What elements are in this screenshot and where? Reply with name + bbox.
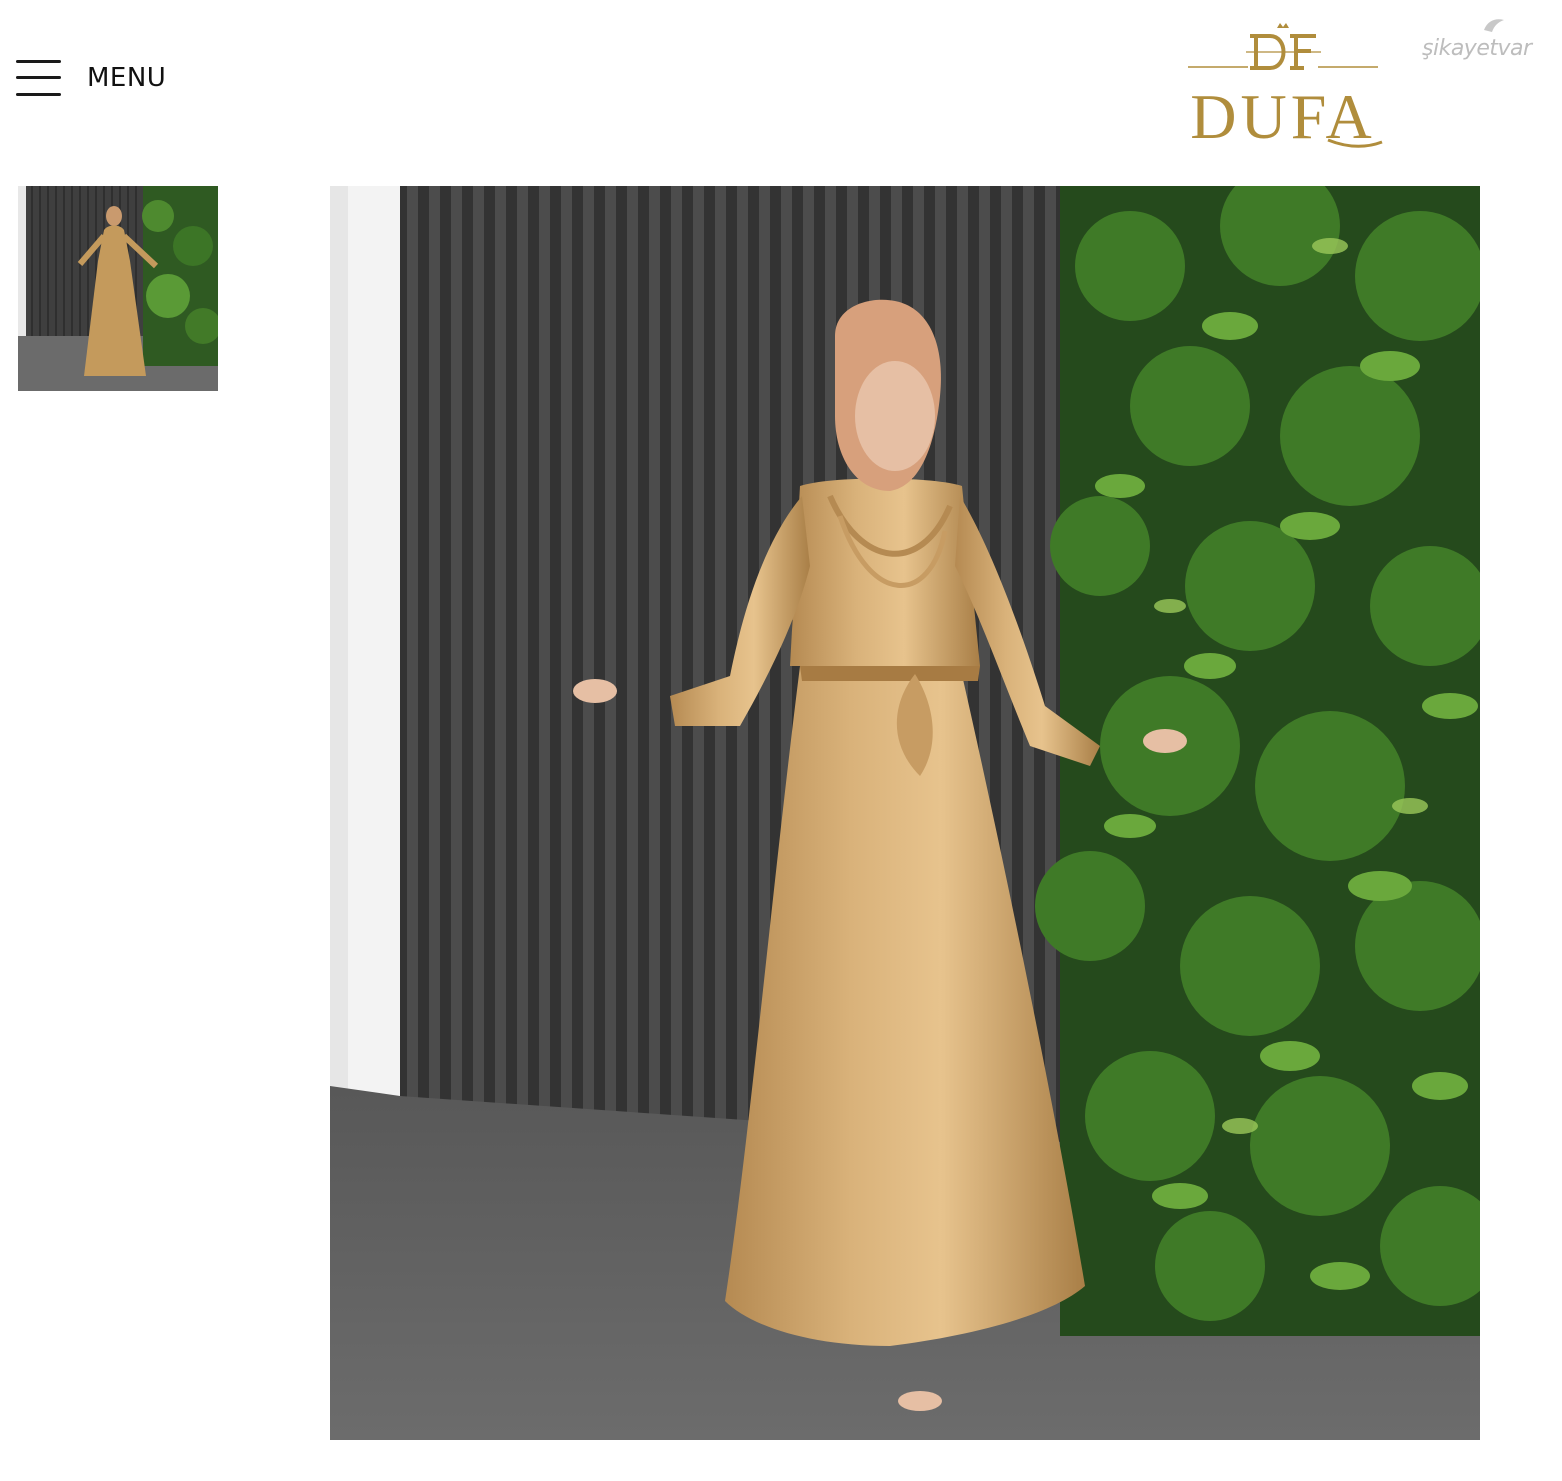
- product-photo: [330, 186, 1480, 1440]
- brand-name: DUFA: [1190, 81, 1376, 152]
- dufa-monogram-icon: [1188, 23, 1378, 70]
- menu-button[interactable]: MENU: [16, 58, 166, 98]
- sikayetvar-label: şikayetvar: [1422, 36, 1532, 61]
- thumbnail-image: [18, 186, 218, 391]
- product-thumbnail[interactable]: [18, 186, 218, 391]
- bird-icon: [1484, 19, 1504, 32]
- hamburger-icon: [16, 58, 62, 98]
- menu-label: MENU: [87, 63, 167, 93]
- sikayetvar-badge[interactable]: şikayetvar: [1422, 14, 1548, 70]
- brand-logo[interactable]: DUFA: [1178, 22, 1388, 154]
- product-main-image[interactable]: [330, 186, 1480, 1440]
